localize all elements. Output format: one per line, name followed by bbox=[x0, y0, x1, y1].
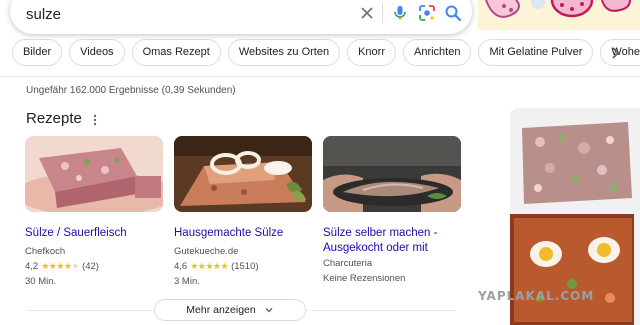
recipe-source: Gutekueche.de bbox=[174, 246, 239, 257]
recipe-reviews: Keine Rezensionen bbox=[323, 273, 406, 284]
recipe-rating: 4,2 ★★★★★ (42) bbox=[25, 261, 163, 272]
rating-value: 4,6 bbox=[174, 261, 188, 272]
chip-bilder[interactable]: Bilder bbox=[12, 39, 63, 66]
chip-mit-gelatine-pulver[interactable]: Mit Gelatine Pulver bbox=[478, 39, 594, 66]
chip-knorr[interactable]: Knorr bbox=[347, 39, 396, 66]
rating-count: (42) bbox=[82, 261, 99, 272]
star-rating-icon: ★★★★★ bbox=[41, 261, 80, 271]
show-more-button[interactable]: Mehr anzeigen bbox=[154, 299, 306, 321]
recipe-source: Chefkoch bbox=[25, 246, 66, 257]
section-title: Rezepte bbox=[26, 110, 82, 127]
rating-count: (1510) bbox=[231, 261, 259, 272]
star-rating-icon: ★★★★★ bbox=[190, 261, 229, 271]
clear-icon[interactable] bbox=[357, 3, 377, 23]
search-icon[interactable] bbox=[443, 3, 463, 23]
recipe-thumbnail[interactable] bbox=[15, 136, 175, 216]
lens-icon[interactable] bbox=[417, 3, 437, 23]
recipe-title[interactable]: Sülze selber machen - Ausgekocht oder mi… bbox=[323, 226, 461, 256]
chip-videos[interactable]: Videos bbox=[69, 39, 125, 66]
more-options-icon[interactable] bbox=[90, 113, 100, 127]
chip-websites-zu-orten[interactable]: Websites zu Orten bbox=[227, 39, 341, 66]
filter-chips: Bilder Videos Omas Rezept Websites zu Or… bbox=[12, 39, 640, 66]
chevron-down-icon bbox=[265, 308, 273, 313]
recipe-time: 30 Min. bbox=[25, 276, 57, 287]
recipe-thumbnail[interactable] bbox=[174, 136, 312, 212]
rating-value: 4,2 bbox=[25, 261, 39, 272]
divider-line bbox=[26, 310, 154, 311]
microphone-icon[interactable] bbox=[390, 3, 410, 23]
result-stats: Ungefähr 162.000 Ergebnisse (0,39 Sekund… bbox=[26, 85, 236, 96]
chip-anrichten[interactable]: Anrichten bbox=[403, 39, 472, 66]
chip-omas-rezept[interactable]: Omas Rezept bbox=[131, 39, 221, 66]
doodle-image[interactable] bbox=[478, 0, 640, 30]
recipe-thumbnail[interactable] bbox=[323, 136, 461, 212]
searchbar-divider bbox=[382, 3, 383, 23]
recipe-card[interactable]: Sülze / Sauerfleisch Chefkoch 4,2 ★★★★★ … bbox=[15, 136, 175, 287]
chevron-right-icon[interactable] bbox=[604, 42, 626, 64]
recipe-rating: 4,6 ★★★★★ (1510) bbox=[174, 261, 312, 272]
show-more-label: Mehr anzeigen bbox=[186, 304, 256, 316]
recipe-card[interactable]: Hausgemachte Sülze Gutekueche.de 4,6 ★★★… bbox=[174, 136, 312, 287]
search-box[interactable]: sulze bbox=[10, 0, 472, 34]
search-results-page: sulze Bilder Videos Omas Rezept Websites… bbox=[0, 0, 640, 325]
divider-line bbox=[306, 310, 456, 311]
recipe-title[interactable]: Hausgemachte Sülze bbox=[174, 226, 312, 241]
watermark: YAPLAKAL.COM bbox=[478, 289, 595, 303]
recipe-card[interactable]: Sülze selber machen - Ausgekocht oder mi… bbox=[323, 136, 461, 284]
header-divider bbox=[0, 76, 640, 77]
search-input[interactable]: sulze bbox=[26, 6, 61, 23]
recipe-source: Charcuteria bbox=[323, 258, 373, 269]
recipe-time: 3 Min. bbox=[174, 276, 200, 287]
recipe-title[interactable]: Sülze / Sauerfleisch bbox=[25, 226, 163, 241]
